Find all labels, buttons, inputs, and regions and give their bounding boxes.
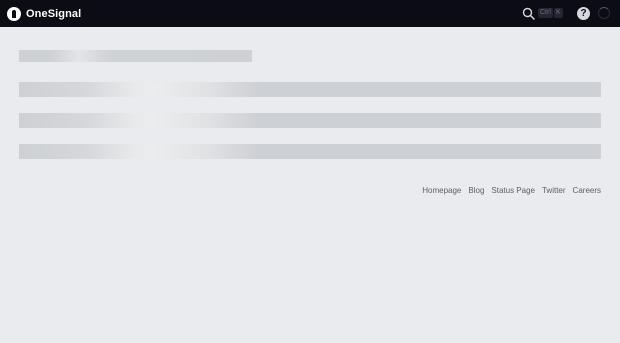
search-icon (522, 7, 535, 20)
footer-link-careers[interactable]: Careers (573, 186, 601, 195)
footer-link-blog[interactable]: Blog (468, 186, 484, 195)
brand-name: OneSignal (26, 7, 82, 20)
help-button[interactable]: ? (577, 7, 590, 20)
spinner-icon (598, 7, 610, 19)
footer-link-twitter[interactable]: Twitter (542, 186, 566, 195)
shortcut-key-k: K (554, 8, 563, 18)
top-navigation-bar: OneSignal Ctrl K ? (0, 0, 620, 27)
footer-links: Homepage Blog Status Page Twitter Career… (422, 186, 601, 195)
brand-logo[interactable]: OneSignal (7, 6, 81, 21)
onesignal-logo-icon (7, 6, 21, 21)
search-button[interactable] (522, 7, 535, 20)
skeleton-line-placeholder (19, 113, 601, 128)
skeleton-line-placeholder (19, 82, 601, 97)
footer-link-status-page[interactable]: Status Page (491, 186, 535, 195)
shortcut-key-ctrl: Ctrl (538, 8, 553, 18)
skeleton-line-placeholder (19, 144, 601, 159)
question-circle-icon: ? (580, 8, 587, 19)
footer-link-homepage[interactable]: Homepage (422, 186, 461, 195)
skeleton-title-placeholder (19, 50, 252, 62)
